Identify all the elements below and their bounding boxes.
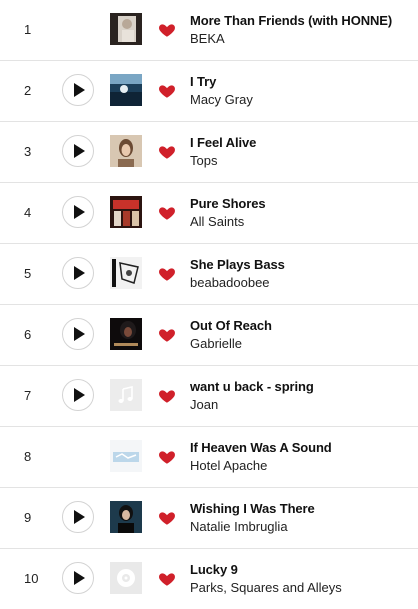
track-rank: 1: [24, 22, 32, 37]
play-icon: [74, 571, 85, 585]
track-artist[interactable]: Parks, Squares and Alleys: [190, 580, 342, 595]
track-title[interactable]: She Plays Bass: [190, 257, 285, 272]
track-list: 1 More Than Friends (with HONNE) BEKA 2: [0, 0, 418, 609]
heart-icon[interactable]: [158, 326, 176, 344]
track-rank: 7: [24, 388, 32, 403]
album-art-icon[interactable]: [110, 318, 142, 350]
track-row[interactable]: 6 Out Of Reach Gabrielle: [0, 304, 418, 365]
heart-icon[interactable]: [158, 265, 176, 283]
play-button[interactable]: [62, 562, 94, 594]
track-title[interactable]: More Than Friends (with HONNE): [190, 13, 392, 28]
track-row[interactable]: 3 I Feel Alive Tops: [0, 121, 418, 182]
heart-icon[interactable]: [158, 204, 176, 222]
music-note-placeholder-icon[interactable]: [110, 379, 142, 411]
play-button[interactable]: [62, 74, 94, 106]
album-art-icon[interactable]: [110, 501, 142, 533]
play-icon: [74, 510, 85, 524]
play-button[interactable]: [62, 196, 94, 228]
heart-icon[interactable]: [158, 509, 176, 527]
play-button[interactable]: [62, 379, 94, 411]
play-button[interactable]: [62, 135, 94, 167]
play-icon: [74, 205, 85, 219]
track-title[interactable]: Wishing I Was There: [190, 501, 315, 516]
album-art-icon[interactable]: [110, 13, 142, 45]
track-rank: 6: [24, 327, 32, 342]
track-title[interactable]: Out Of Reach: [190, 318, 272, 333]
heart-icon[interactable]: [158, 387, 176, 405]
play-icon: [74, 327, 85, 341]
track-row[interactable]: 2 I Try Macy Gray: [0, 60, 418, 121]
track-rank: 4: [24, 205, 32, 220]
track-row[interactable]: 7 want u back - spring Joan: [0, 365, 418, 426]
album-art-icon[interactable]: [110, 135, 142, 167]
track-title[interactable]: want u back - spring: [190, 379, 314, 394]
play-icon: [74, 144, 85, 158]
play-icon: [74, 388, 85, 402]
track-artist[interactable]: beabadoobee: [190, 275, 270, 290]
track-rank: 10: [24, 571, 39, 586]
heart-icon[interactable]: [158, 143, 176, 161]
track-row[interactable]: 9 Wishing I Was There Natalie Imbruglia: [0, 487, 418, 548]
play-button[interactable]: [62, 318, 94, 350]
track-row[interactable]: 5 She Plays Bass beabadoobee: [0, 243, 418, 304]
track-title[interactable]: Pure Shores: [190, 196, 266, 211]
track-artist[interactable]: Macy Gray: [190, 92, 253, 107]
track-title[interactable]: I Try: [190, 74, 216, 89]
track-row[interactable]: 1 More Than Friends (with HONNE) BEKA: [0, 0, 418, 60]
album-art-icon[interactable]: [110, 562, 142, 594]
track-artist[interactable]: Gabrielle: [190, 336, 242, 351]
track-rank: 8: [24, 449, 32, 464]
track-rank: 9: [24, 510, 32, 525]
track-rank: 5: [24, 266, 32, 281]
track-artist[interactable]: Natalie Imbruglia: [190, 519, 288, 534]
track-row[interactable]: 10 Lucky 9 Parks, Squares and Alleys: [0, 548, 418, 609]
track-title[interactable]: I Feel Alive: [190, 135, 256, 150]
heart-icon[interactable]: [158, 570, 176, 588]
album-art-icon[interactable]: [110, 74, 142, 106]
album-art-icon[interactable]: [110, 196, 142, 228]
track-artist[interactable]: Tops: [190, 153, 217, 168]
heart-icon[interactable]: [158, 21, 176, 39]
track-rank: 2: [24, 83, 32, 98]
track-rank: 3: [24, 144, 32, 159]
play-icon: [74, 266, 85, 280]
track-title[interactable]: If Heaven Was A Sound: [190, 440, 332, 455]
track-row[interactable]: 4 Pure Shores All Saints: [0, 182, 418, 243]
play-icon: [74, 83, 85, 97]
track-artist[interactable]: BEKA: [190, 31, 225, 46]
track-artist[interactable]: Hotel Apache: [190, 458, 267, 473]
album-art-icon[interactable]: [110, 257, 142, 289]
play-button[interactable]: [62, 257, 94, 289]
play-button[interactable]: [62, 501, 94, 533]
track-artist[interactable]: All Saints: [190, 214, 244, 229]
track-artist[interactable]: Joan: [190, 397, 218, 412]
heart-icon[interactable]: [158, 448, 176, 466]
track-title[interactable]: Lucky 9: [190, 562, 238, 577]
heart-icon[interactable]: [158, 82, 176, 100]
track-row[interactable]: 8 If Heaven Was A Sound Hotel Apache: [0, 426, 418, 487]
album-art-icon[interactable]: [110, 440, 142, 472]
